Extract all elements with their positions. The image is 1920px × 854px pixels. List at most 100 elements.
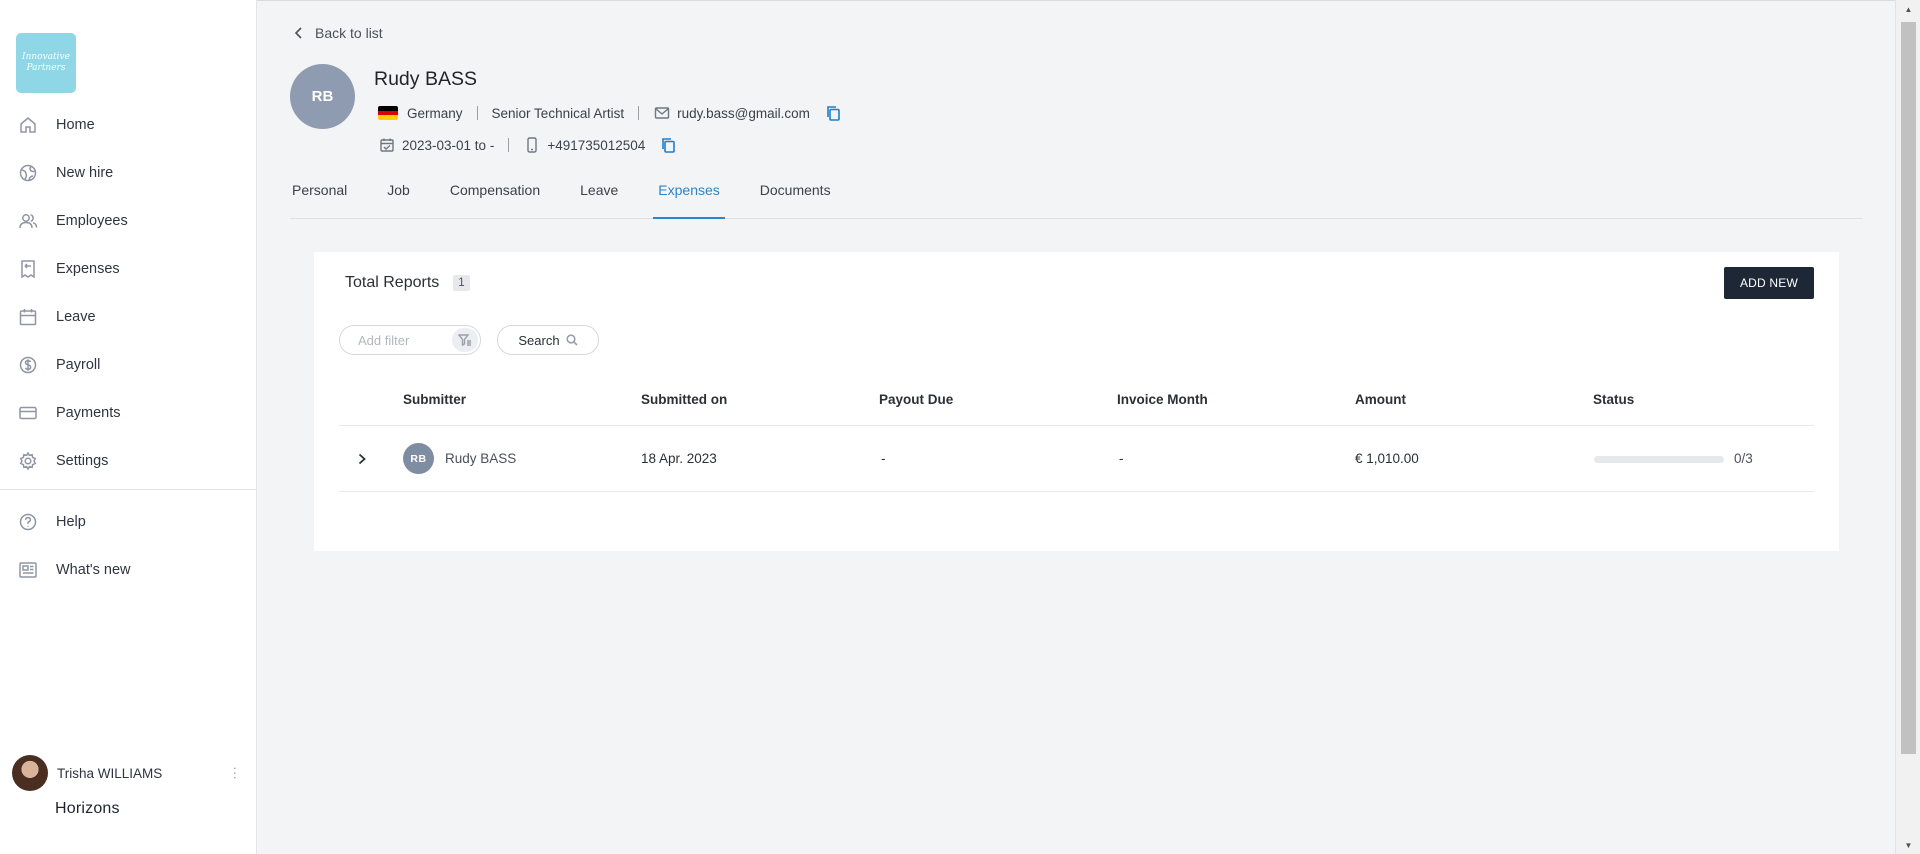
home-icon bbox=[17, 114, 39, 136]
table-header: Submitter Submitted on Payout Due Invoic… bbox=[339, 376, 1814, 426]
employee-name: Rudy BASS bbox=[374, 68, 477, 90]
back-to-list-link[interactable]: Back to list bbox=[293, 25, 383, 41]
expense-reports-card: Total Reports 1 ADD NEW Search Submitter… bbox=[314, 252, 1839, 551]
sidebar-item-settings[interactable]: Settings bbox=[0, 437, 256, 485]
column-header-payout-due[interactable]: Payout Due bbox=[879, 392, 953, 407]
logo-line-1: Innovative bbox=[22, 52, 70, 62]
employee-contract-row: 2023-03-01 to - +491735012504 bbox=[378, 136, 677, 154]
germany-flag-icon bbox=[378, 106, 398, 120]
back-label: Back to list bbox=[315, 25, 383, 41]
sidebar-item-whats-new[interactable]: What's new bbox=[0, 546, 256, 594]
column-header-amount[interactable]: Amount bbox=[1355, 392, 1406, 407]
sidebar-item-label: Payroll bbox=[56, 357, 101, 373]
gear-icon bbox=[17, 450, 39, 472]
separator bbox=[638, 106, 640, 120]
chevron-left-icon bbox=[294, 27, 302, 39]
globe-icon bbox=[17, 162, 39, 184]
status-count: 0/3 bbox=[1734, 451, 1753, 466]
news-icon bbox=[17, 559, 39, 581]
invoice-month: - bbox=[1119, 451, 1124, 466]
sidebar-item-payments[interactable]: Payments bbox=[0, 389, 256, 437]
column-header-submitted-on[interactable]: Submitted on bbox=[641, 392, 727, 407]
add-new-button[interactable]: ADD NEW bbox=[1724, 267, 1814, 299]
scroll-down-arrow-icon[interactable]: ▼ bbox=[1896, 836, 1920, 854]
sidebar-item-help[interactable]: Help bbox=[0, 498, 256, 546]
reports-title: Total Reports bbox=[345, 274, 440, 291]
column-header-invoice-month[interactable]: Invoice Month bbox=[1117, 392, 1208, 407]
sidebar-item-label: New hire bbox=[56, 165, 114, 181]
tab-documents[interactable]: Documents bbox=[758, 178, 833, 218]
reports-header: Total Reports 1 bbox=[345, 274, 470, 292]
dollar-icon bbox=[17, 354, 39, 376]
card-icon bbox=[17, 402, 39, 424]
sidebar-item-new-hire[interactable]: New hire bbox=[0, 149, 256, 197]
contract-dates: 2023-03-01 to - bbox=[402, 137, 495, 153]
sidebar-item-label: Home bbox=[56, 117, 95, 133]
employee-email: rudy.bass@gmail.com bbox=[677, 105, 810, 121]
amount: € 1,010.00 bbox=[1355, 451, 1419, 466]
copy-email-icon[interactable] bbox=[824, 104, 842, 122]
sidebar-item-expenses[interactable]: Expenses bbox=[0, 245, 256, 293]
sidebar-nav: Home New hire Employees Expenses Leave P… bbox=[0, 101, 256, 594]
sidebar-item-label: Help bbox=[56, 514, 86, 530]
logo-line-2: Partners bbox=[26, 63, 66, 73]
vertical-scrollbar[interactable]: ▲ ▼ bbox=[1895, 0, 1920, 854]
users-icon bbox=[17, 210, 39, 232]
tab-personal[interactable]: Personal bbox=[290, 178, 349, 218]
avatar: RB bbox=[403, 443, 434, 474]
scrollbar-thumb[interactable] bbox=[1901, 22, 1916, 754]
tab-leave[interactable]: Leave bbox=[578, 178, 620, 218]
sidebar-item-leave[interactable]: Leave bbox=[0, 293, 256, 341]
tab-job[interactable]: Job bbox=[385, 178, 412, 218]
calendar-icon bbox=[378, 136, 396, 154]
sidebar-divider bbox=[0, 489, 256, 490]
separator bbox=[476, 106, 478, 120]
copy-phone-icon[interactable] bbox=[659, 136, 677, 154]
more-vertical-icon[interactable]: ··· bbox=[228, 766, 244, 780]
mail-icon bbox=[653, 104, 671, 122]
sidebar-item-employees[interactable]: Employees bbox=[0, 197, 256, 245]
sidebar-item-label: Leave bbox=[56, 309, 96, 325]
employee-tabs: Personal Job Compensation Leave Expenses… bbox=[290, 178, 1863, 219]
payout-due: - bbox=[881, 451, 886, 466]
sidebar: Innovative Partners Home New hire Employ… bbox=[0, 0, 257, 854]
employee-phone: +491735012504 bbox=[547, 137, 646, 153]
search-label: Search bbox=[518, 332, 560, 348]
search-button[interactable]: Search bbox=[497, 325, 599, 355]
current-user[interactable]: Trisha WILLIAMS ··· bbox=[12, 754, 244, 792]
filter-field bbox=[339, 325, 481, 355]
phone-icon bbox=[523, 136, 541, 154]
sidebar-item-label: Employees bbox=[56, 213, 128, 229]
help-icon bbox=[17, 511, 39, 533]
sidebar-item-payroll[interactable]: Payroll bbox=[0, 341, 256, 389]
search-icon bbox=[565, 334, 578, 346]
sidebar-item-label: Payments bbox=[56, 405, 121, 421]
receipt-icon bbox=[17, 258, 39, 280]
employee-job-title: Senior Technical Artist bbox=[491, 105, 625, 121]
avatar bbox=[12, 755, 48, 791]
column-header-status[interactable]: Status bbox=[1593, 392, 1634, 407]
employee-info-row: Germany Senior Technical Artist rudy.bas… bbox=[378, 104, 842, 122]
user-name: Trisha WILLIAMS bbox=[57, 765, 163, 781]
sidebar-item-home[interactable]: Home bbox=[0, 101, 256, 149]
sidebar-item-label: What's new bbox=[56, 562, 131, 578]
separator bbox=[508, 138, 510, 152]
submitted-on: 18 Apr. 2023 bbox=[641, 451, 717, 466]
company-logo[interactable]: Innovative Partners bbox=[16, 33, 76, 93]
expand-row-chevron-icon[interactable] bbox=[353, 450, 371, 468]
scroll-up-arrow-icon[interactable]: ▲ bbox=[1896, 0, 1920, 18]
submitter-name: Rudy BASS bbox=[445, 451, 517, 466]
table-row[interactable]: RB Rudy BASS 18 Apr. 2023 - - € 1,010.00… bbox=[339, 426, 1814, 492]
filter-icon[interactable] bbox=[452, 328, 478, 352]
brand-name: Horizons bbox=[55, 800, 120, 817]
add-filter-input[interactable] bbox=[358, 332, 448, 348]
calendar-icon bbox=[17, 306, 39, 328]
flag-stripe-gold bbox=[378, 115, 398, 120]
tab-expenses[interactable]: Expenses bbox=[653, 178, 726, 219]
column-header-submitter[interactable]: Submitter bbox=[403, 392, 466, 407]
sidebar-item-label: Expenses bbox=[56, 261, 120, 277]
reports-count-badge: 1 bbox=[453, 275, 470, 291]
main-content: Back to list RB Rudy BASS Germany Senior… bbox=[258, 0, 1895, 854]
status-progress-bar bbox=[1594, 456, 1724, 463]
tab-compensation[interactable]: Compensation bbox=[448, 178, 542, 218]
